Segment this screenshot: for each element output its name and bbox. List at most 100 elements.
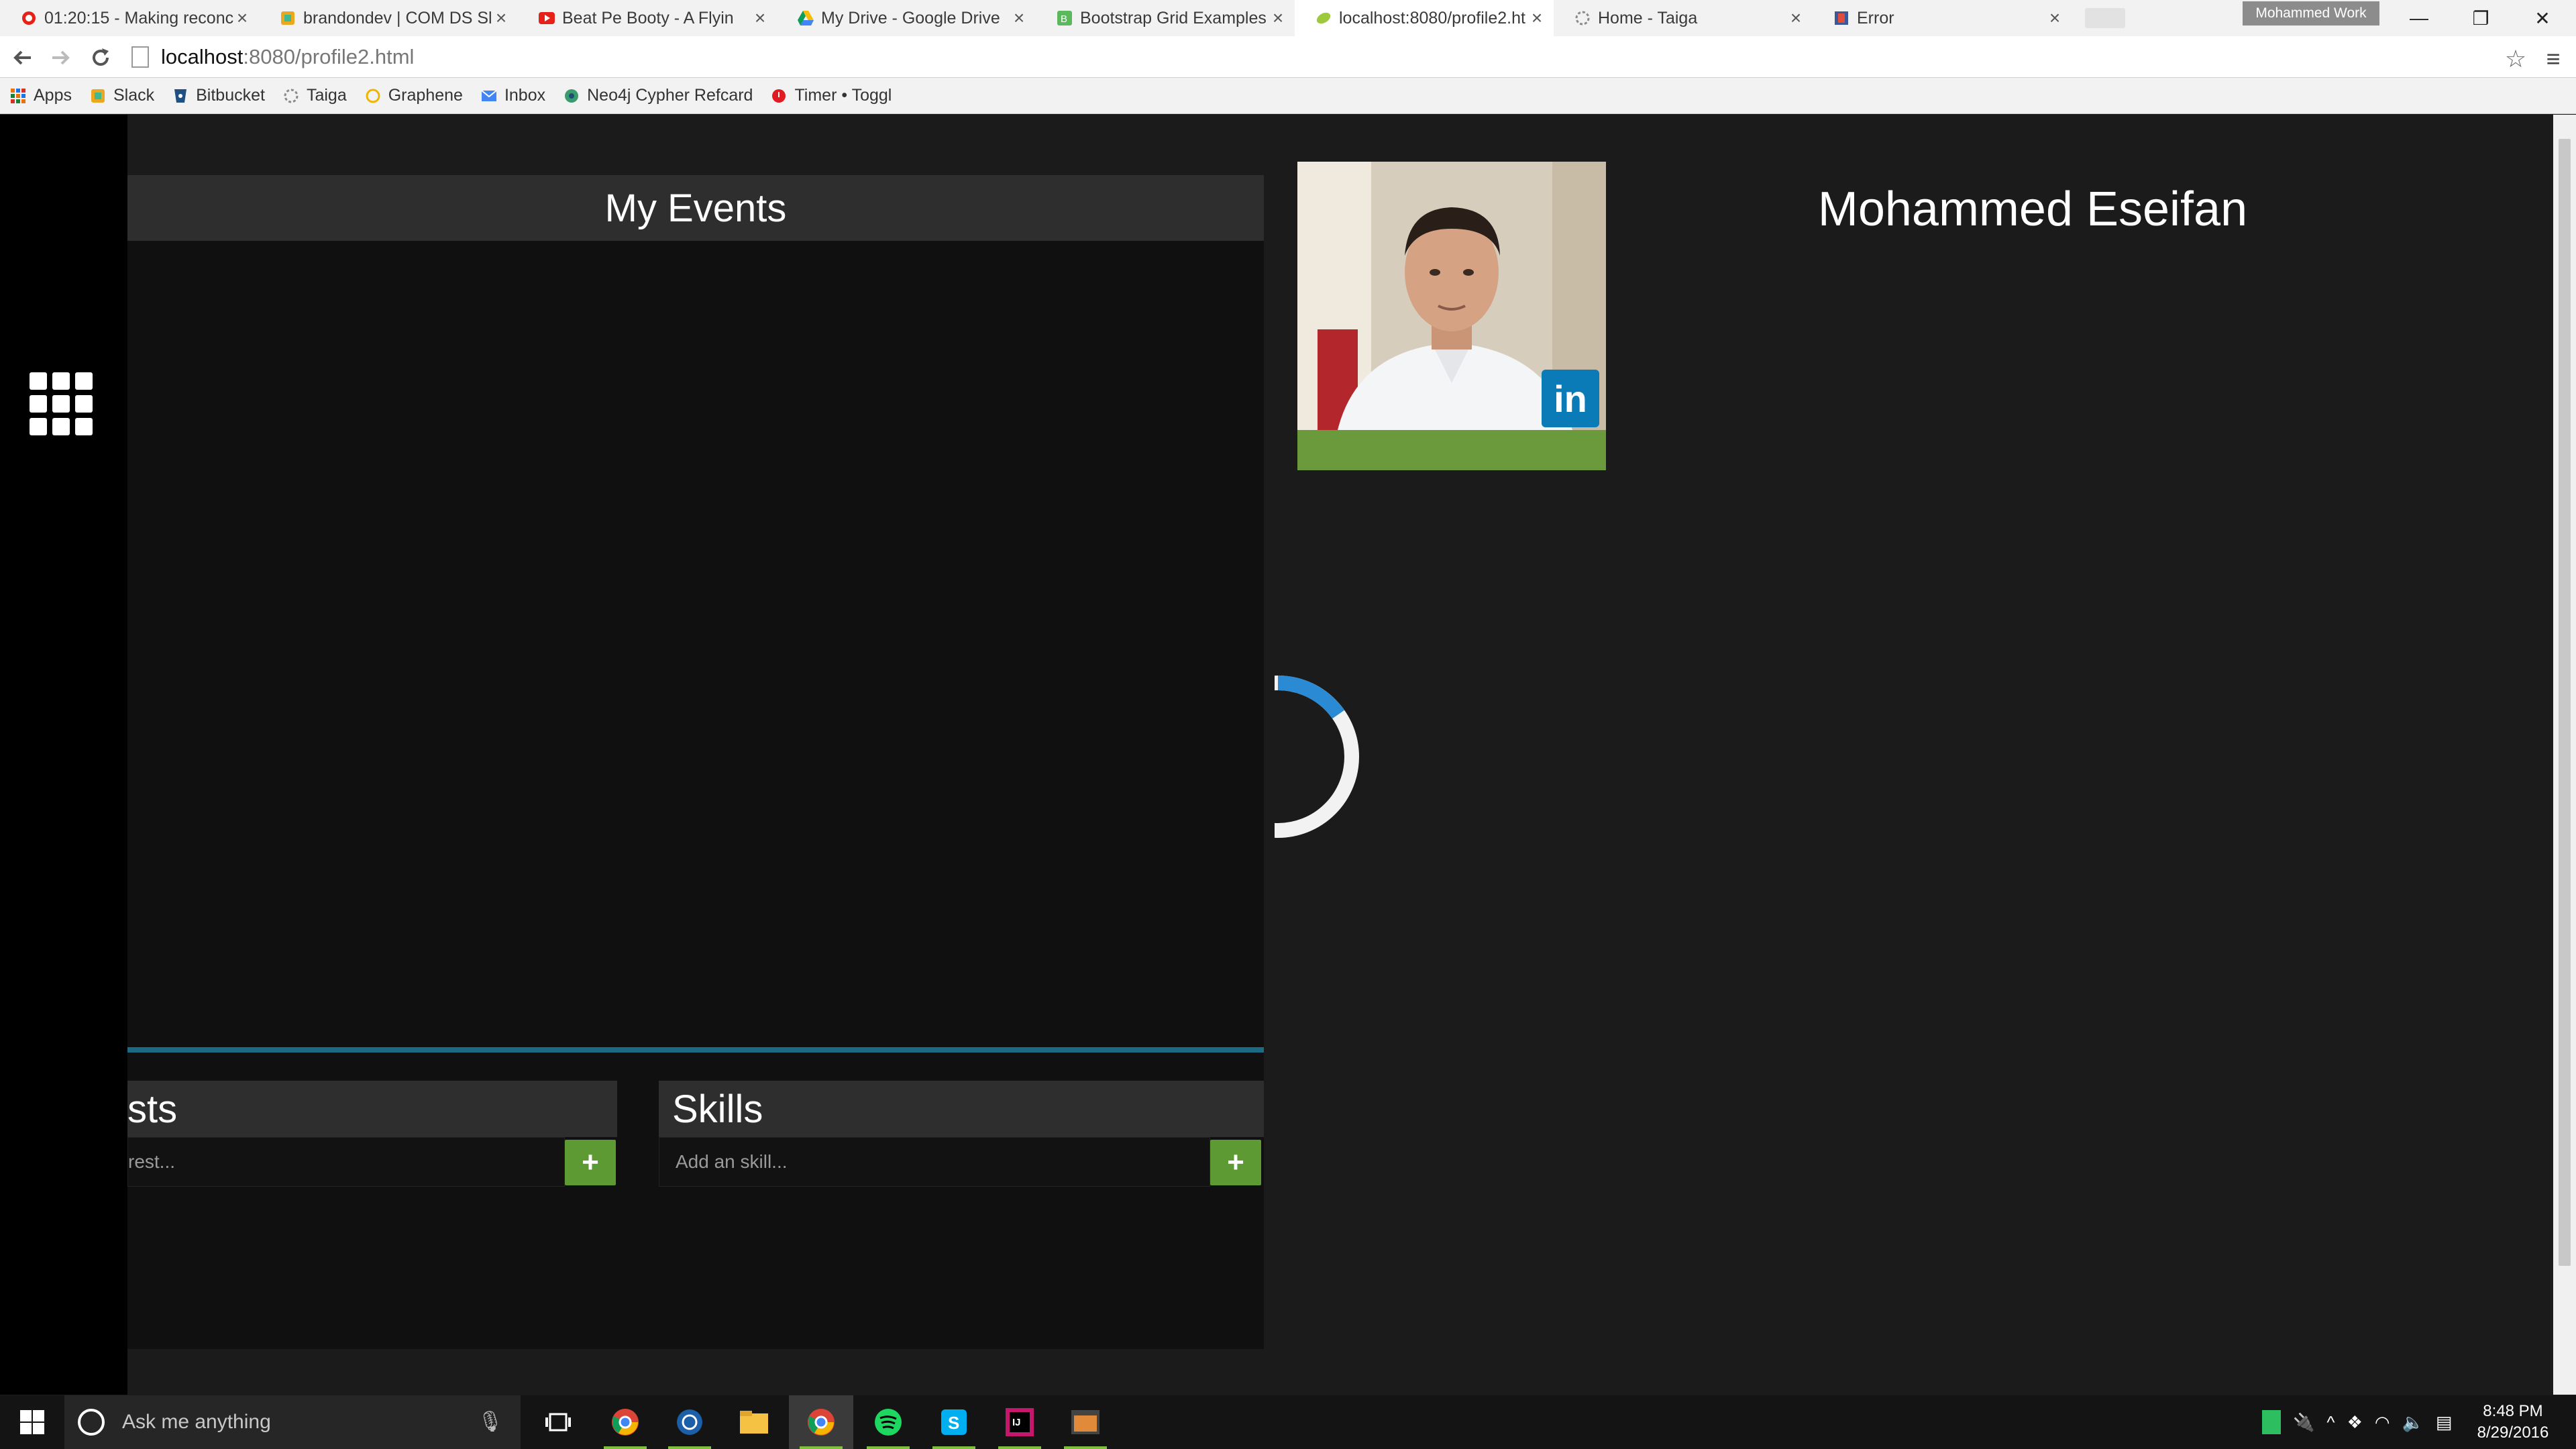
scrollbar-thumb[interactable]: [2559, 139, 2571, 1266]
bootstrap-icon: B: [1056, 9, 1073, 27]
bookmark-taiga[interactable]: Taiga: [282, 86, 347, 105]
evernote-tray-icon[interactable]: [2262, 1410, 2281, 1434]
restore-button[interactable]: ❐: [2450, 0, 2512, 36]
close-icon[interactable]: ×: [1787, 7, 1805, 29]
tab-0[interactable]: 01:20:15 - Making reconc ×: [0, 0, 259, 36]
tab-title: Beat Pe Booty - A Flyin: [562, 8, 734, 28]
volume-icon[interactable]: 🔈: [2402, 1412, 2424, 1433]
bookmark-label: Neo4j Cypher Refcard: [587, 86, 753, 105]
bookmark-inbox[interactable]: Inbox: [480, 86, 545, 105]
bookmark-label: Taiga: [306, 86, 347, 105]
close-icon[interactable]: ×: [2046, 7, 2063, 29]
dropbox-icon[interactable]: ❖: [2347, 1412, 2363, 1433]
browser-toolbar: localhost:8080/profile2.html ☆ ≡: [0, 36, 2576, 78]
close-icon[interactable]: ×: [233, 7, 251, 29]
show-hidden-icons[interactable]: ^: [2326, 1412, 2334, 1433]
address-bar[interactable]: localhost:8080/profile2.html: [131, 42, 2493, 72]
bookmark-label: Graphene: [388, 86, 463, 105]
reload-icon[interactable]: [86, 43, 115, 72]
avatar: in: [1297, 162, 1606, 470]
bookmark-bitbucket[interactable]: Bitbucket: [172, 86, 265, 105]
search-placeholder: Ask me anything: [122, 1411, 271, 1433]
skills-title: Skills: [659, 1081, 1264, 1137]
close-icon[interactable]: ×: [1528, 7, 1546, 29]
app-window-icon[interactable]: [1053, 1395, 1118, 1449]
back-icon[interactable]: [8, 43, 38, 72]
add-interest-button[interactable]: +: [565, 1140, 616, 1185]
close-icon[interactable]: ×: [1269, 7, 1287, 29]
bitbucket-icon: [172, 87, 189, 105]
profile-badge[interactable]: Mohammed Work: [2243, 1, 2379, 25]
bookmark-star-icon[interactable]: ☆: [2501, 44, 2530, 74]
close-icon[interactable]: ×: [492, 7, 510, 29]
neo4j-icon: [563, 87, 580, 105]
intellij-icon[interactable]: IJ: [987, 1395, 1052, 1449]
interests-card: sts rest... +: [127, 1081, 617, 1187]
url-path: :8080/profile2.html: [243, 45, 415, 68]
close-icon[interactable]: ×: [1010, 7, 1028, 29]
taiga-icon: [1574, 9, 1591, 27]
bookmarks-bar: Apps Slack Bitbucket Taiga Graphene Inbo…: [0, 78, 2576, 114]
bookmark-slack[interactable]: Slack: [89, 86, 154, 105]
power-icon[interactable]: 🔌: [2293, 1412, 2314, 1433]
avatar-status-bar: [1297, 430, 1606, 470]
wifi-icon[interactable]: ◠: [2375, 1412, 2390, 1433]
windows-start-icon[interactable]: [0, 1395, 64, 1449]
page-content: My Events sts rest... + Skills Add an sk…: [0, 115, 2553, 1395]
tab-3[interactable]: My Drive - Google Drive ×: [777, 0, 1036, 36]
chrome-active-icon[interactable]: [789, 1395, 853, 1449]
taskbar: Ask me anything 🎙 S IJ 🔌 ^ ❖ ◠ 🔈 ▤ 8:48 …: [0, 1395, 2576, 1449]
taskbar-search[interactable]: Ask me anything 🎙: [64, 1395, 521, 1449]
google-drive-icon: [797, 9, 814, 27]
tab-2[interactable]: Beat Pe Booty - A Flyin ×: [518, 0, 777, 36]
grid-menu-icon[interactable]: [30, 372, 93, 435]
app-blue-icon[interactable]: [657, 1395, 722, 1449]
bookmark-label: Inbox: [504, 86, 546, 105]
svg-text:B: B: [1061, 13, 1067, 25]
bookmark-neo4j[interactable]: Neo4j Cypher Refcard: [563, 86, 753, 105]
error-icon: [1833, 9, 1850, 27]
bookmark-graphene[interactable]: Graphene: [364, 86, 463, 105]
loading-spinner: [1275, 673, 1362, 841]
add-skill-button[interactable]: +: [1210, 1140, 1261, 1185]
toggl-icon: [770, 87, 788, 105]
apps-grid-icon: [9, 87, 27, 105]
interests-title: sts: [127, 1081, 617, 1137]
tab-title: Home - Taiga: [1598, 8, 1698, 28]
tab-1[interactable]: brandondev | COM DS Sla ×: [259, 0, 518, 36]
chrome-app-icon[interactable]: [593, 1395, 657, 1449]
window-close-button[interactable]: ✕: [2512, 0, 2573, 36]
skill-input[interactable]: Add an skill...: [659, 1137, 1210, 1187]
graphene-icon: [364, 87, 382, 105]
tab-strip: 01:20:15 - Making reconc × brandondev | …: [0, 0, 2576, 36]
microphone-icon[interactable]: 🎙: [478, 1410, 503, 1434]
spotify-icon[interactable]: [856, 1395, 920, 1449]
page-scrollbar[interactable]: [2553, 115, 2576, 1395]
tab-6[interactable]: Home - Taiga ×: [1554, 0, 1813, 36]
bookmark-toggl[interactable]: Timer • Toggl: [770, 86, 892, 105]
bookmark-label: Bitbucket: [196, 86, 265, 105]
close-icon[interactable]: ×: [751, 7, 769, 29]
tab-4[interactable]: B Bootstrap Grid Examples ×: [1036, 0, 1295, 36]
action-center-icon[interactable]: ▤: [2436, 1412, 2453, 1433]
tab-5[interactable]: localhost:8080/profile2.ht ×: [1295, 0, 1554, 36]
skype-icon[interactable]: S: [922, 1395, 986, 1449]
minimize-button[interactable]: —: [2388, 0, 2450, 36]
tab-7[interactable]: Error ×: [1813, 0, 2072, 36]
forward-icon[interactable]: [46, 43, 75, 72]
menu-icon[interactable]: ≡: [2538, 44, 2568, 74]
taskbar-clock[interactable]: 8:48 PM 8/29/2016: [2473, 1401, 2553, 1444]
new-tab-button[interactable]: [2085, 8, 2125, 28]
leaf-icon: [1315, 9, 1332, 27]
bookmark-apps[interactable]: Apps: [9, 86, 72, 105]
linkedin-icon[interactable]: in: [1542, 370, 1599, 427]
youtube-icon: [538, 9, 555, 27]
events-title: My Events: [127, 175, 1264, 241]
tab-title: brandondev | COM DS Sla: [303, 8, 492, 28]
task-view-icon[interactable]: [526, 1395, 590, 1449]
interest-input[interactable]: rest...: [127, 1137, 565, 1187]
url-host: localhost: [161, 45, 244, 68]
taiga-icon: [282, 87, 300, 105]
tab-title: Bootstrap Grid Examples: [1080, 8, 1267, 28]
file-explorer-icon[interactable]: [722, 1395, 786, 1449]
